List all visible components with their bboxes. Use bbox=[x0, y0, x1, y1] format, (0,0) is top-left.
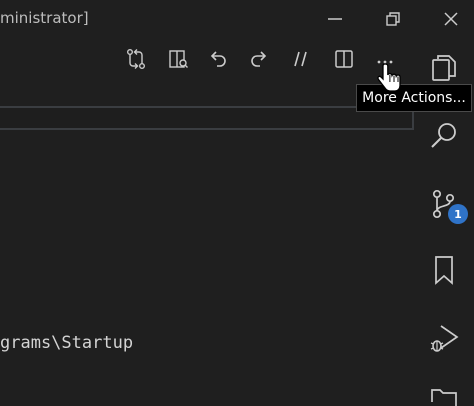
undo-icon bbox=[210, 51, 226, 67]
title-bar: ministrator] bbox=[0, 0, 474, 38]
go-to-file-icon bbox=[169, 50, 188, 68]
activity-folder[interactable] bbox=[414, 378, 474, 406]
run-debug-icon bbox=[430, 325, 459, 352]
folder-icon bbox=[431, 389, 457, 406]
window-title: ministrator] bbox=[0, 9, 89, 27]
git-compare-icon bbox=[127, 49, 145, 69]
activity-search[interactable] bbox=[414, 108, 474, 164]
close-icon bbox=[444, 12, 458, 26]
minimize-button[interactable] bbox=[312, 0, 358, 38]
bookmark-icon bbox=[435, 256, 453, 285]
comment-slashes-icon bbox=[294, 51, 307, 67]
more-actions-tooltip: More Actions... bbox=[356, 84, 472, 112]
hand-cursor-icon bbox=[377, 63, 401, 92]
activity-bookmarks[interactable] bbox=[414, 242, 474, 298]
compare-changes-button[interactable] bbox=[121, 44, 151, 74]
activity-run-and-debug[interactable] bbox=[414, 310, 474, 366]
editor-input-strip[interactable] bbox=[0, 106, 414, 130]
minimize-icon bbox=[328, 18, 342, 20]
editor-text-line[interactable]: grams\Startup bbox=[0, 333, 133, 353]
files-icon bbox=[432, 55, 456, 81]
open-changes-button[interactable] bbox=[163, 44, 193, 74]
search-icon bbox=[431, 123, 456, 148]
redo-icon bbox=[251, 51, 267, 67]
restore-button[interactable] bbox=[370, 0, 416, 38]
toggle-comment-button[interactable] bbox=[286, 44, 316, 74]
undo-button[interactable] bbox=[203, 44, 233, 74]
activity-source-control[interactable] bbox=[414, 176, 474, 232]
close-button[interactable] bbox=[428, 0, 474, 38]
restore-icon bbox=[386, 12, 400, 26]
redo-button[interactable] bbox=[244, 44, 274, 74]
split-editor-icon bbox=[335, 50, 353, 68]
split-editor-button[interactable] bbox=[329, 44, 359, 74]
source-control-badge: 1 bbox=[448, 204, 468, 224]
